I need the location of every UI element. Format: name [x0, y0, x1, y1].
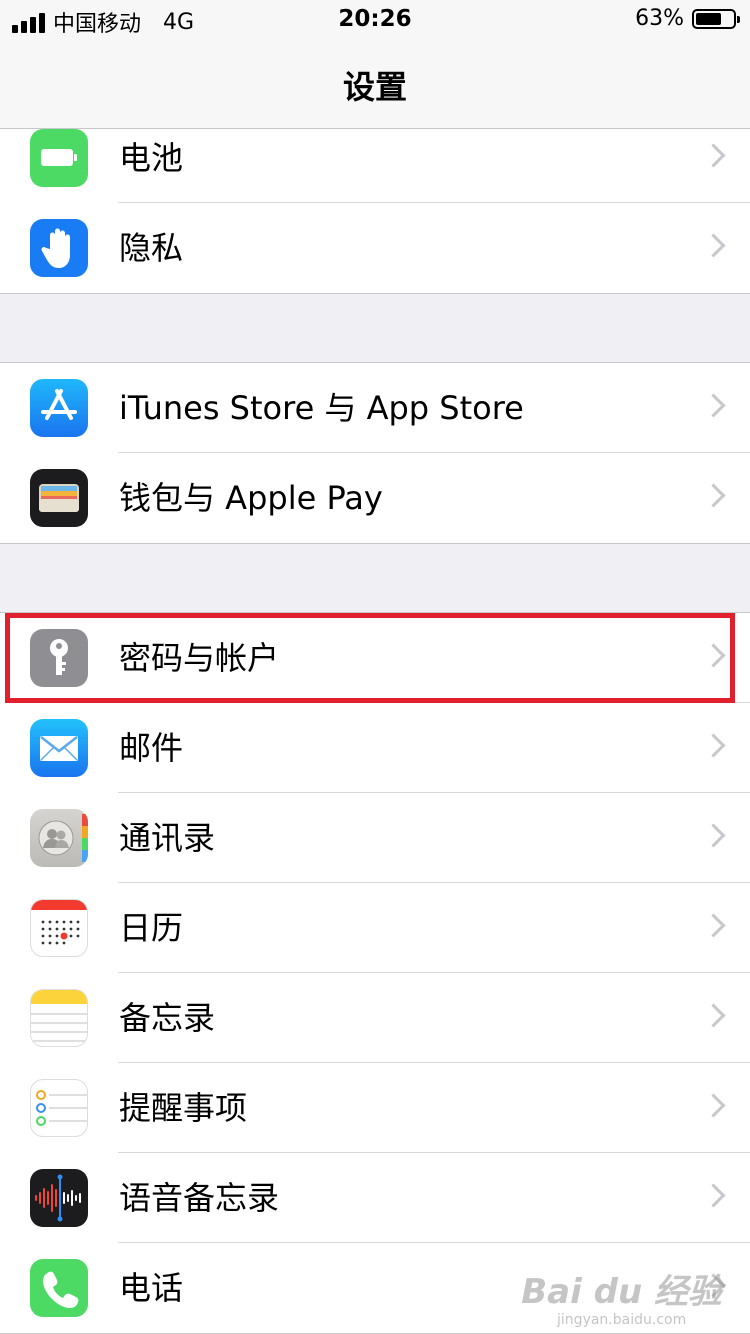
settings-group-3: 密码与帐户 邮件 通讯录 日历 备忘录 提醒事项 语音备忘录 电话 — [0, 612, 750, 1334]
chevron-right-icon — [701, 1183, 726, 1208]
navigation-bar: 设置 — [0, 40, 750, 129]
settings-row-voice-memos[interactable]: 语音备忘录 — [0, 1153, 750, 1243]
settings-group-2: iTunes Store 与 App Store 钱包与 Apple Pay — [0, 362, 750, 544]
status-right: 63% — [635, 6, 740, 31]
settings-row-label: 电话 — [119, 1269, 184, 1307]
battery-icon — [30, 129, 88, 187]
settings-row-label: 语音备忘录 — [119, 1179, 280, 1217]
app-store-icon — [30, 379, 88, 437]
chevron-right-icon — [701, 1093, 726, 1118]
settings-row-contacts[interactable]: 通讯录 — [0, 793, 750, 883]
notes-icon — [30, 989, 88, 1047]
chevron-right-icon — [701, 483, 726, 508]
chevron-right-icon — [701, 643, 726, 668]
settings-row-itunes-app-store[interactable]: iTunes Store 与 App Store — [0, 363, 750, 453]
settings-row-passwords-accounts[interactable]: 密码与帐户 — [0, 613, 750, 703]
chevron-right-icon — [701, 233, 726, 258]
settings-row-label: 日历 — [119, 909, 184, 947]
settings-row-label: 钱包与 Apple Pay — [119, 479, 383, 517]
page-title: 设置 — [342, 68, 407, 106]
battery-percent: 63% — [635, 6, 684, 31]
contacts-icon — [30, 809, 88, 867]
battery-status-icon — [692, 8, 740, 29]
settings-row-label: 邮件 — [119, 729, 184, 767]
settings-row-calendar[interactable]: 日历 — [0, 883, 750, 973]
watermark-url: jingyan.baidu.com — [557, 1312, 687, 1328]
chevron-right-icon — [701, 823, 726, 848]
settings-row-label: 备忘录 — [119, 999, 216, 1037]
mail-icon — [30, 719, 88, 777]
watermark-brand: Bai du 经验 — [521, 1272, 722, 1312]
key-icon — [30, 629, 88, 687]
chevron-right-icon — [701, 733, 726, 758]
chevron-right-icon — [701, 393, 726, 418]
privacy-hand-icon — [30, 219, 88, 277]
chevron-right-icon — [701, 1003, 726, 1028]
settings-row-wallet[interactable]: 钱包与 Apple Pay — [0, 453, 750, 543]
settings-row-label: iTunes Store 与 App Store — [119, 389, 524, 427]
phone-icon — [30, 1259, 88, 1317]
reminders-icon — [30, 1079, 88, 1137]
wallet-icon — [30, 469, 88, 527]
settings-row-notes[interactable]: 备忘录 — [0, 973, 750, 1063]
settings-row-label: 密码与帐户 — [119, 639, 280, 677]
settings-group-1: 电池 隐私 — [0, 112, 750, 294]
baidu-watermark: Bai du 经验 jingyan.baidu.com — [521, 1272, 722, 1328]
settings-row-privacy[interactable]: 隐私 — [0, 203, 750, 293]
settings-row-label: 隐私 — [119, 229, 184, 267]
settings-row-label: 通讯录 — [119, 819, 216, 857]
chevron-right-icon — [701, 913, 726, 938]
settings-row-label: 提醒事项 — [119, 1089, 248, 1127]
calendar-icon — [30, 899, 88, 957]
status-bar: 中国移动 4G 20:26 63% — [0, 0, 750, 40]
chevron-right-icon — [701, 143, 726, 168]
settings-row-reminders[interactable]: 提醒事项 — [0, 1063, 750, 1153]
voice-memos-icon — [30, 1169, 88, 1227]
settings-row-mail[interactable]: 邮件 — [0, 703, 750, 793]
